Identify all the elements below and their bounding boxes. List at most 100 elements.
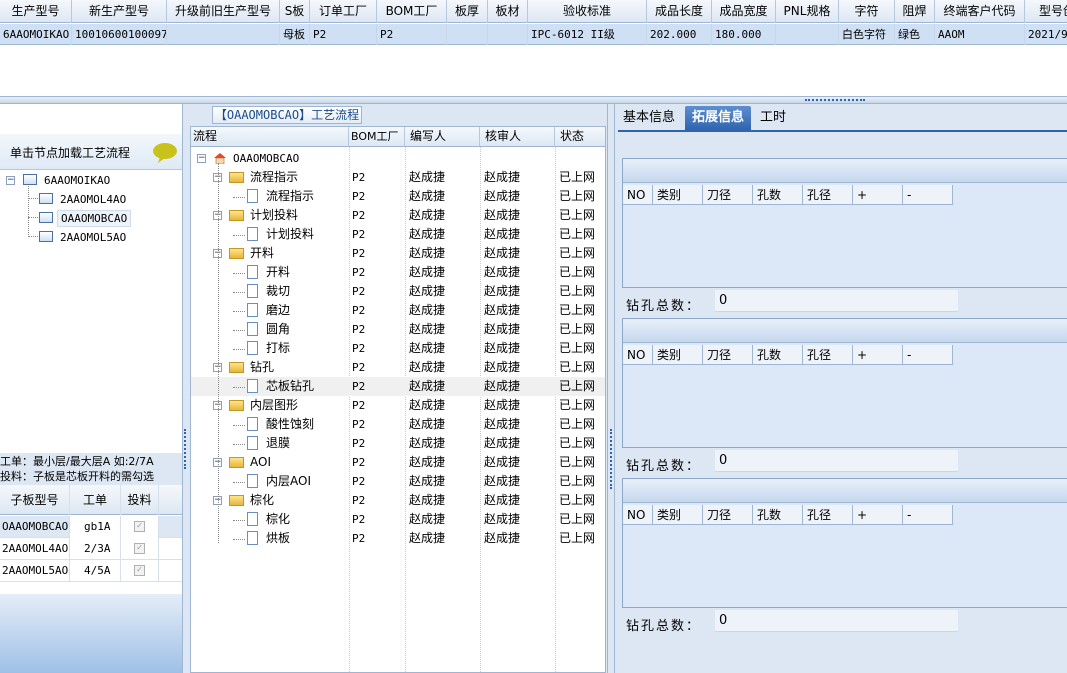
feed-checkbox[interactable]: ✓ (134, 543, 145, 554)
col-header[interactable]: 工单 (70, 485, 121, 515)
col-header[interactable]: BOM工厂 (349, 127, 405, 147)
cell-pnl[interactable] (776, 24, 839, 45)
col-header[interactable]: S板 (280, 0, 310, 23)
col-header[interactable]: 生产型号 (0, 0, 72, 23)
flow-row[interactable]: 圆角 P2 赵成捷 赵成捷 已上网 (191, 320, 605, 339)
col-header[interactable]: 刀径 (703, 185, 753, 205)
col-header[interactable]: 升级前旧生产型号 (167, 0, 280, 23)
col-header[interactable]: 成品宽度 (712, 0, 776, 23)
cell-feed[interactable]: ✓ (121, 516, 159, 538)
feed-checkbox[interactable]: ✓ (134, 521, 145, 532)
col-header[interactable]: BOM工厂 (377, 0, 447, 23)
load-flow-hint[interactable]: 单击节点加载工艺流程 (0, 134, 185, 170)
flow-row[interactable]: − AOI P2 赵成捷 赵成捷 已上网 (191, 453, 605, 472)
cell-customer-code[interactable]: AAOM (935, 24, 1025, 45)
remove-row-button[interactable]: - (903, 185, 953, 205)
flow-row[interactable]: − 流程指示 P2 赵成捷 赵成捷 已上网 (191, 168, 605, 187)
flow-row[interactable]: − 计划投料 P2 赵成捷 赵成捷 已上网 (191, 206, 605, 225)
col-header[interactable]: 子板型号 (0, 485, 70, 515)
cell-sub-model[interactable]: 2AAOMOL4AO (0, 538, 70, 560)
table-row[interactable]: 6AAOMOIKAO 10010600100097 母板 P2 P2 IPC-6… (0, 24, 1067, 45)
col-header[interactable]: 类别 (653, 345, 703, 365)
col-header[interactable]: 投料 (121, 485, 159, 515)
table-row[interactable]: 2AAOMOL5AO 4/5A ✓ (0, 560, 185, 582)
remove-row-button[interactable]: - (903, 345, 953, 365)
col-header[interactable]: 字符 (839, 0, 895, 23)
col-header[interactable]: 新生产型号 (72, 0, 167, 23)
table-row[interactable]: 2AAOMOL4AO 2/3A ✓ (0, 538, 185, 560)
col-header[interactable]: NO (623, 345, 653, 365)
cell-char[interactable]: 白色字符 (839, 24, 895, 45)
left-vertical-splitter[interactable] (182, 104, 190, 673)
col-header[interactable]: 刀径 (703, 505, 753, 525)
tree-node-child[interactable]: 2AAOMOL5AO (60, 231, 126, 244)
cell-product-model[interactable]: 6AAOMOIKAO (0, 24, 72, 45)
cell-solder-mask[interactable]: 绿色 (895, 24, 935, 45)
col-header[interactable]: 终端客户代码 (935, 0, 1025, 23)
tree-node-child-selected[interactable]: OAAOMOBCAO (57, 210, 132, 227)
add-row-button[interactable]: + (853, 345, 903, 365)
horizontal-splitter[interactable] (0, 96, 1067, 104)
cell-old-model[interactable] (167, 24, 280, 45)
col-header[interactable]: 流程 (191, 127, 349, 147)
col-header[interactable]: 板材 (488, 0, 528, 23)
col-header[interactable]: 类别 (653, 185, 703, 205)
flow-row[interactable]: 流程指示 P2 赵成捷 赵成捷 已上网 (191, 187, 605, 206)
flow-row[interactable]: 打标 P2 赵成捷 赵成捷 已上网 (191, 339, 605, 358)
feed-checkbox[interactable]: ✓ (134, 565, 145, 576)
cell-feed[interactable]: ✓ (121, 560, 159, 582)
flow-row[interactable]: 计划投料 P2 赵成捷 赵成捷 已上网 (191, 225, 605, 244)
tab-basic-info[interactable]: 基本信息 (617, 106, 681, 130)
col-header[interactable]: 刀径 (703, 345, 753, 365)
flow-row[interactable]: − 钻孔 P2 赵成捷 赵成捷 已上网 (191, 358, 605, 377)
cell-order[interactable]: gb1A (70, 516, 121, 538)
col-header[interactable]: 状态 (555, 127, 605, 147)
col-header[interactable]: NO (623, 185, 653, 205)
cell-new-model[interactable]: 10010600100097 (72, 24, 167, 45)
tree-node-root[interactable]: 6AAOMOIKAO (44, 174, 110, 187)
col-header[interactable]: 阻焊 (895, 0, 935, 23)
col-header[interactable]: 孔径 (803, 345, 853, 365)
col-header[interactable]: 孔数 (753, 505, 803, 525)
flow-row[interactable]: 内层AOI P2 赵成捷 赵成捷 已上网 (191, 472, 605, 491)
collapse-icon[interactable]: − (6, 176, 15, 185)
drill-total-field[interactable]: 0 (715, 290, 958, 312)
cell-width[interactable]: 180.000 (712, 24, 776, 45)
add-row-button[interactable]: + (853, 505, 903, 525)
cell-sub-model[interactable]: 2AAOMOL5AO (0, 560, 70, 582)
flow-row[interactable]: 芯板钻孔 P2 赵成捷 赵成捷 已上网 (191, 377, 605, 396)
flow-row[interactable]: − 内层图形 P2 赵成捷 赵成捷 已上网 (191, 396, 605, 415)
drill-total-field[interactable]: 0 (715, 610, 958, 632)
col-header[interactable]: 类别 (653, 505, 703, 525)
col-header[interactable]: 孔径 (803, 505, 853, 525)
col-header[interactable]: 核审人 (480, 127, 555, 147)
collapse-icon[interactable]: − (197, 154, 206, 163)
cell-s-board[interactable]: 母板 (280, 24, 310, 45)
cell-standard[interactable]: IPC-6012 II级 (528, 24, 647, 45)
table-row[interactable]: OAAOMOBCAO gb1A ✓ (0, 516, 185, 538)
col-header[interactable]: 孔数 (753, 345, 803, 365)
flow-row[interactable]: 棕化 P2 赵成捷 赵成捷 已上网 (191, 510, 605, 529)
col-header[interactable]: 编写人 (405, 127, 480, 147)
add-row-button[interactable]: + (853, 185, 903, 205)
col-header[interactable]: NO (623, 505, 653, 525)
cell-length[interactable]: 202.000 (647, 24, 712, 45)
flow-row[interactable]: 烘板 P2 赵成捷 赵成捷 已上网 (191, 529, 605, 548)
flow-row[interactable]: − 开料 P2 赵成捷 赵成捷 已上网 (191, 244, 605, 263)
col-header[interactable]: 验收标准 (528, 0, 647, 23)
cell-date[interactable]: 2021/9/ (1025, 24, 1067, 45)
tab-extended-info[interactable]: 拓展信息 (685, 106, 751, 130)
tree-node-child[interactable]: 2AAOMOL4AO (60, 193, 126, 206)
drill-total-field[interactable]: 0 (715, 450, 958, 472)
col-header[interactable]: 型号创 (1025, 0, 1067, 23)
flow-row[interactable]: − 棕化 P2 赵成捷 赵成捷 已上网 (191, 491, 605, 510)
cell-order[interactable]: 2/3A (70, 538, 121, 560)
col-header[interactable]: 孔数 (753, 185, 803, 205)
flow-row[interactable]: 退膜 P2 赵成捷 赵成捷 已上网 (191, 434, 605, 453)
cell-sub-model[interactable]: OAAOMOBCAO (0, 516, 70, 538)
cell-feed[interactable]: ✓ (121, 538, 159, 560)
flow-row[interactable]: 酸性蚀刻 P2 赵成捷 赵成捷 已上网 (191, 415, 605, 434)
flow-root-row[interactable]: − OAAOMOBCAO (191, 149, 605, 168)
col-header[interactable]: PNL规格 (776, 0, 839, 23)
col-header[interactable]: 孔径 (803, 185, 853, 205)
